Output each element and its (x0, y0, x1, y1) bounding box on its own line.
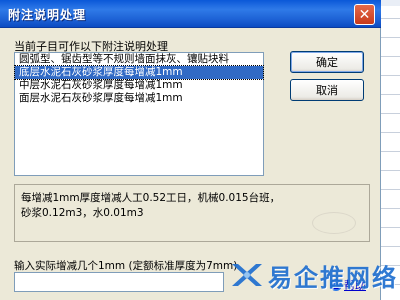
thickness-input[interactable] (14, 272, 224, 292)
close-button[interactable]: ✕ (354, 4, 375, 25)
list-item[interactable]: 面层水泥石灰砂浆厚度每增减1mm (15, 92, 263, 105)
dialog-title: 附注说明处理 (8, 8, 87, 22)
close-icon: ✕ (358, 6, 371, 23)
stamp-mark (312, 212, 356, 234)
watermark: 易企推网络 (228, 255, 400, 295)
list-item[interactable]: 圆弧型、锯齿型等不规则墙面抹灰、镶贴块料 (15, 53, 263, 66)
input-label: 输入实际增减几个1mm (定额标准厚度为7mm) (14, 260, 238, 272)
description-line-1: 每增减1mm厚度增减人工0.52工日，机械0.015台班， (21, 192, 281, 204)
cancel-button[interactable]: 取消 (290, 79, 364, 101)
watermark-text: 易企推网络 (268, 262, 398, 292)
description-line-2: 砂浆0.12m3，水0.01m3 (21, 207, 144, 219)
options-listbox[interactable]: 圆弧型、锯齿型等不规则墙面抹灰、镶贴块料 底层水泥石灰砂浆厚度每增减1mm 中层… (14, 52, 264, 176)
description-box: 每增减1mm厚度增减人工0.52工日，机械0.015台班， 砂浆0.12m3，水… (14, 184, 370, 242)
ok-button[interactable]: 确定 (290, 51, 364, 73)
watermark-logo-icon (232, 264, 262, 286)
list-item-selected[interactable]: 底层水泥石灰砂浆厚度每增减1mm (14, 65, 264, 80)
list-item[interactable]: 中层水泥石灰砂浆厚度每增减1mm (15, 79, 263, 92)
title-bar[interactable]: 附注说明处理 ✕ (0, 0, 381, 28)
